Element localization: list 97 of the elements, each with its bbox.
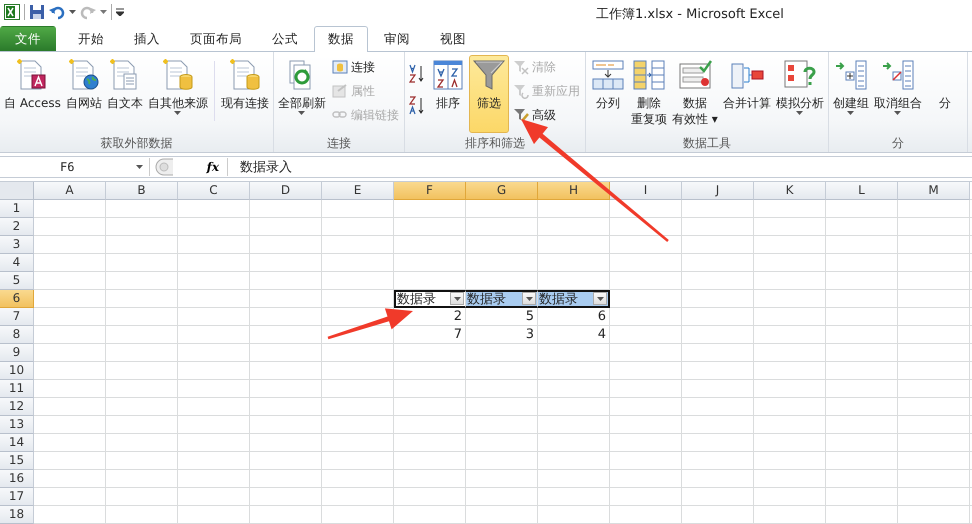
window-title: 工作簿1.xlsx - Microsoft Excel — [596, 6, 784, 23]
spreadsheet-app-icon[interactable] — [4, 4, 20, 20]
row-header[interactable]: 9 — [0, 344, 34, 362]
save-icon[interactable] — [29, 4, 45, 20]
row-header[interactable]: 8 — [0, 326, 34, 344]
ribbon-tab[interactable]: 开始 — [64, 26, 118, 52]
ribbon-button[interactable]: 模拟分析 — [774, 55, 826, 134]
connections-icon — [332, 59, 348, 76]
table-header-cell: 数据录 — [467, 292, 506, 306]
ribbon-button[interactable]: 分列 — [588, 55, 628, 134]
ribbon-button[interactable]: 自其他来源 — [146, 55, 210, 134]
row-header[interactable]: 2 — [0, 218, 34, 236]
undo-icon[interactable] — [49, 4, 65, 20]
column-header[interactable]: F — [394, 182, 466, 200]
filter-dropdown-button[interactable] — [522, 292, 536, 306]
ribbon-tab[interactable]: 页面布局 — [176, 26, 256, 52]
row-header[interactable]: 16 — [0, 470, 34, 488]
row-header[interactable]: 4 — [0, 254, 34, 272]
ribbon-tab[interactable]: 公式 — [258, 26, 312, 52]
column-header[interactable]: K — [754, 182, 826, 200]
remove-duplicates-icon — [632, 58, 666, 92]
row-header[interactable]: 17 — [0, 488, 34, 506]
row-header[interactable]: 5 — [0, 272, 34, 290]
column-header[interactable]: I — [610, 182, 682, 200]
formula-field[interactable]: 数据录入 — [228, 158, 292, 176]
caret-icon — [526, 296, 532, 301]
customize-toolbar-icon[interactable] — [116, 8, 124, 16]
caret-icon — [69, 10, 76, 14]
row-header[interactable]: 15 — [0, 452, 34, 470]
row-header[interactable]: 12 — [0, 398, 34, 416]
ribbon-button[interactable]: 筛选 — [468, 55, 509, 134]
column-header[interactable]: B — [106, 182, 178, 200]
funnel-icon — [472, 58, 506, 92]
table-header-cell: 数据录 — [539, 292, 578, 306]
row-header[interactable]: 1 — [0, 200, 34, 218]
row-header[interactable]: 14 — [0, 434, 34, 452]
sort-icon — [430, 58, 465, 92]
group-icon — [834, 58, 868, 92]
caret-icon — [136, 165, 143, 170]
split-columns-icon — [590, 58, 625, 92]
ribbon-tab[interactable]: 视图 — [426, 26, 480, 52]
clear-filter-icon — [512, 59, 529, 76]
ribbon-button[interactable]: 排序 — [428, 55, 468, 134]
filter-dropdown-button[interactable] — [593, 292, 607, 306]
column-header[interactable]: M — [898, 182, 970, 200]
advanced-filter-icon — [512, 107, 529, 124]
column-header[interactable]: A — [34, 182, 106, 200]
ribbon-tab[interactable]: 数据 — [314, 26, 368, 52]
group-label: 排序和筛选 — [464, 135, 526, 152]
caret-icon — [596, 296, 604, 301]
column-header[interactable]: G — [466, 182, 538, 200]
name-box[interactable]: F6 — [0, 158, 150, 176]
ribbon-button[interactable]: 数据 有效性 ▾ — [670, 55, 720, 134]
ribbon-button[interactable]: 连接 — [328, 56, 402, 78]
row-header[interactable]: 3 — [0, 236, 34, 254]
ribbon-button[interactable]: 高级 — [510, 104, 583, 126]
column-header[interactable]: E — [322, 182, 394, 200]
row-header[interactable]: 11 — [0, 380, 34, 398]
ribbon-button[interactable]: 创建组 — [830, 55, 871, 134]
group-label: 数据工具 — [682, 135, 732, 152]
ribbon-button[interactable]: 全部刷新 — [276, 55, 328, 134]
group-label: 获取外部数据 — [99, 135, 174, 152]
ribbon-button[interactable]: 删除 重复项 — [628, 55, 669, 134]
ungroup-icon — [880, 58, 915, 92]
row-header[interactable]: 10 — [0, 362, 34, 380]
filter-dropdown-button[interactable] — [450, 292, 464, 306]
reapply-icon — [512, 83, 529, 100]
row-header[interactable]: 13 — [0, 416, 34, 434]
ribbon-button[interactable]: 分 — [924, 55, 965, 134]
insert-function-button[interactable]: fx — [182, 158, 228, 176]
ribbon-button[interactable]: 自网站 — [64, 55, 104, 134]
table-header-cell: 数据录 — [397, 292, 436, 306]
column-header[interactable]: D — [250, 182, 322, 200]
ribbon-button[interactable]: 合并计算 — [720, 55, 773, 134]
database-document-icon — [160, 58, 195, 92]
database-document-icon — [228, 58, 262, 92]
caret-icon — [100, 10, 107, 14]
web-document-icon — [66, 58, 101, 92]
row-header[interactable]: 7 — [0, 308, 34, 326]
ribbon-button[interactable]: 自文本 — [104, 55, 145, 134]
column-header[interactable]: C — [178, 182, 250, 200]
column-header[interactable]: H — [538, 182, 610, 200]
group-label: 分 — [890, 135, 905, 152]
ribbon-button[interactable]: 自 Access — [2, 55, 63, 134]
row-header[interactable]: 18 — [0, 506, 34, 524]
ribbon-button[interactable]: 现有连接 — [218, 55, 271, 134]
ribbon-button[interactable]: 取消组合 — [872, 55, 924, 134]
resize-handle-icon[interactable] — [154, 158, 174, 176]
column-header[interactable]: L — [826, 182, 898, 200]
properties-icon — [332, 83, 348, 100]
caret-icon — [454, 296, 460, 301]
file-tab[interactable]: 文件 — [0, 26, 56, 52]
group-label: 连接 — [326, 135, 352, 152]
row-header[interactable]: 6 — [0, 290, 34, 308]
ribbon-tab[interactable]: 插入 — [120, 26, 174, 52]
column-header[interactable]: J — [682, 182, 754, 200]
ribbon-tab[interactable]: 审阅 — [370, 26, 424, 52]
